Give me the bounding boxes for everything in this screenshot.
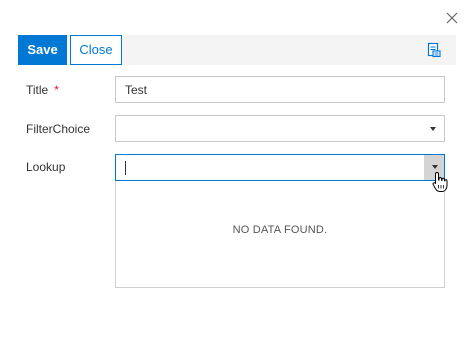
required-marker: * bbox=[54, 83, 59, 97]
title-input[interactable]: Test bbox=[115, 76, 445, 103]
chevron-down-icon bbox=[430, 127, 436, 131]
chevron-down-icon bbox=[432, 165, 438, 169]
title-input-value: Test bbox=[125, 83, 148, 97]
empty-state-text: NO DATA FOUND. bbox=[232, 224, 328, 236]
form-settings-icon[interactable] bbox=[426, 42, 442, 58]
close-button[interactable]: Close bbox=[70, 35, 122, 65]
filterchoice-dropdown[interactable] bbox=[115, 115, 445, 142]
lookup-dropdown-panel: NO DATA FOUND. bbox=[115, 181, 445, 288]
text-cursor bbox=[125, 161, 126, 175]
close-icon[interactable] bbox=[444, 10, 460, 26]
title-label: Title * bbox=[26, 83, 59, 97]
hand-pointer-cursor-icon bbox=[432, 171, 448, 192]
command-bar: Save Close bbox=[18, 35, 456, 65]
save-button[interactable]: Save bbox=[18, 35, 67, 65]
lookup-label: Lookup bbox=[26, 160, 66, 174]
filterchoice-label: FilterChoice bbox=[26, 122, 91, 136]
lookup-combobox[interactable] bbox=[115, 154, 445, 181]
title-label-text: Title bbox=[26, 83, 49, 97]
